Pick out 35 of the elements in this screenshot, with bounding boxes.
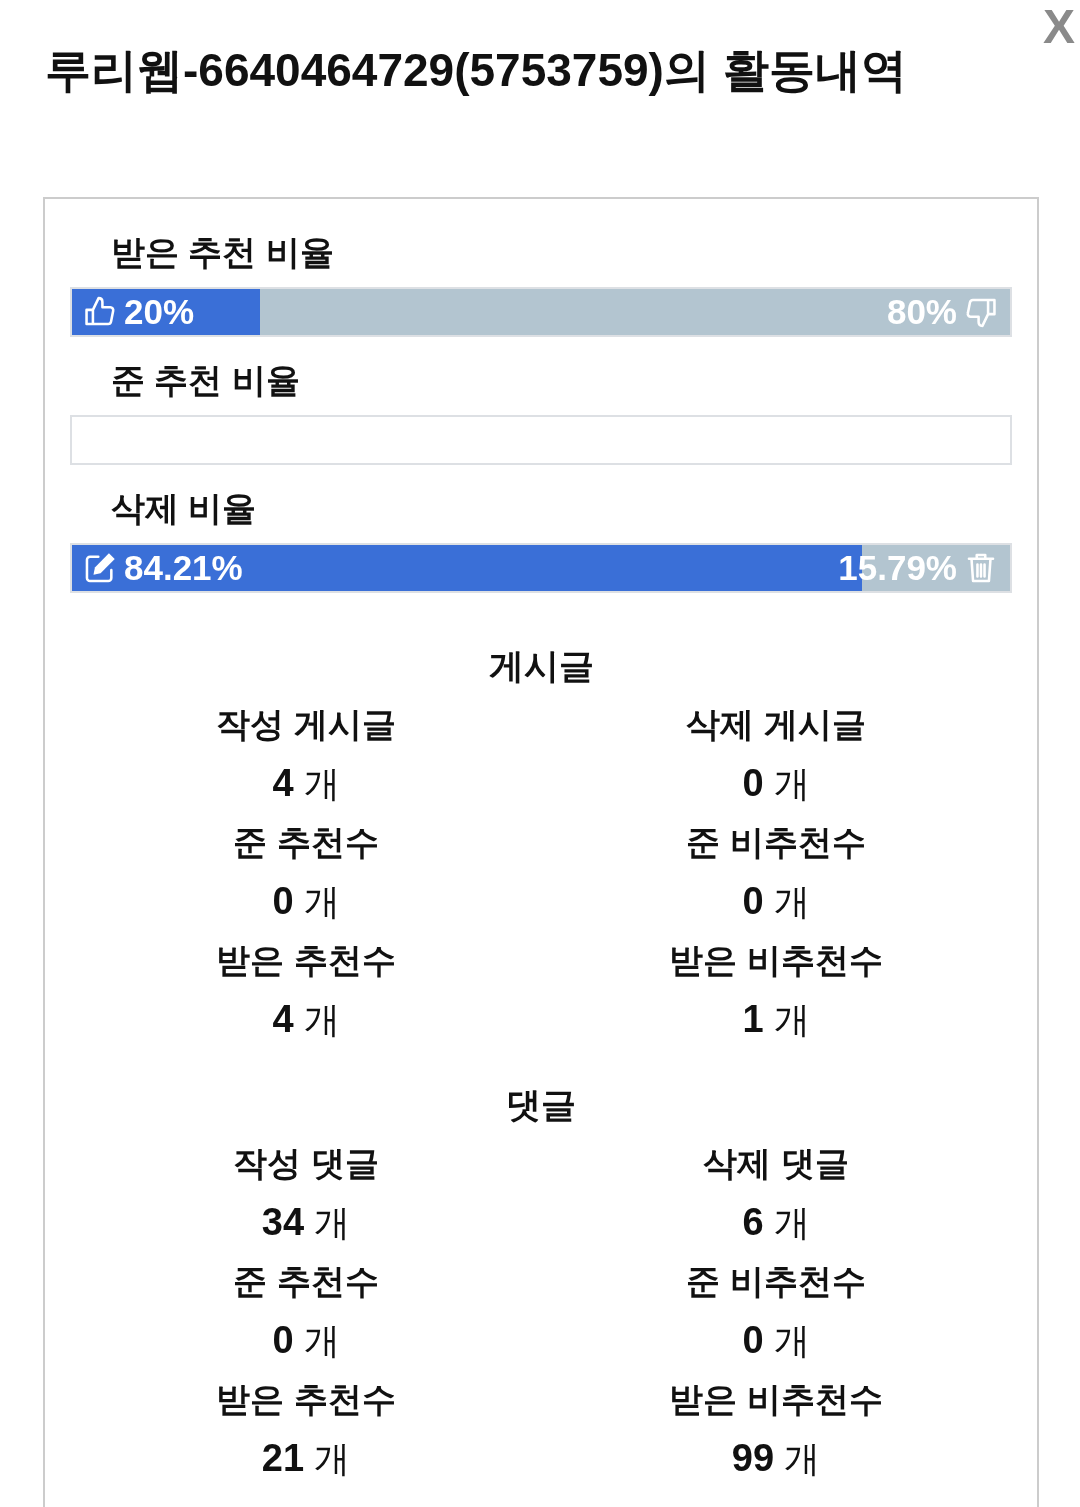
stat-label: 준 비추천수: [686, 1261, 866, 1302]
percentage-text: 20%: [124, 291, 195, 333]
stat-value: 0 개: [742, 1318, 810, 1363]
stat-label: 받은 추천수: [216, 1379, 396, 1420]
stat-value: 6 개: [742, 1200, 810, 1245]
stat-value: 1 개: [742, 997, 810, 1042]
stat-label: 받은 추천수: [216, 940, 396, 981]
stat-label: 삭제 게시글: [686, 704, 866, 745]
stat-label: 준 추천수: [233, 1261, 379, 1302]
stat-value: 0 개: [742, 761, 810, 806]
section-heading: 댓글: [505, 1084, 577, 1126]
edit-icon: [83, 551, 117, 585]
stat-value: 0 개: [742, 879, 810, 924]
percentage-text: 84.21%: [124, 547, 243, 589]
stat-value: 0 개: [272, 1318, 340, 1363]
stat-label: 준 비추천수: [686, 822, 866, 863]
stat-value: 21 개: [261, 1436, 351, 1481]
stat-value: 34 개: [261, 1200, 351, 1245]
close-button[interactable]: X: [1041, 4, 1077, 50]
stat-label: 삭제 댓글: [703, 1143, 849, 1184]
stat-value: 0 개: [272, 879, 340, 924]
stat-label: 작성 게시글: [216, 704, 396, 745]
stat-label: 작성 댓글: [233, 1143, 379, 1184]
stat-value: 4 개: [272, 997, 340, 1042]
section-heading: 게시글: [487, 645, 595, 687]
ratio-label: 받은 추천 비율: [110, 232, 335, 273]
ratio-label: 삭제 비율: [110, 488, 258, 529]
stat-label: 준 추천수: [233, 822, 379, 863]
percentage-text: 80%: [886, 291, 957, 333]
stat-value: 4 개: [272, 761, 340, 806]
stat-label: 받은 비추천수: [669, 1379, 883, 1420]
stat-value: 99 개: [731, 1436, 821, 1481]
ratio-label: 준 추천 비율: [110, 360, 301, 401]
page-title: 루리웹-6640464729(5753759)의 활동내역: [45, 43, 907, 98]
stat-label: 받은 비추천수: [669, 940, 883, 981]
